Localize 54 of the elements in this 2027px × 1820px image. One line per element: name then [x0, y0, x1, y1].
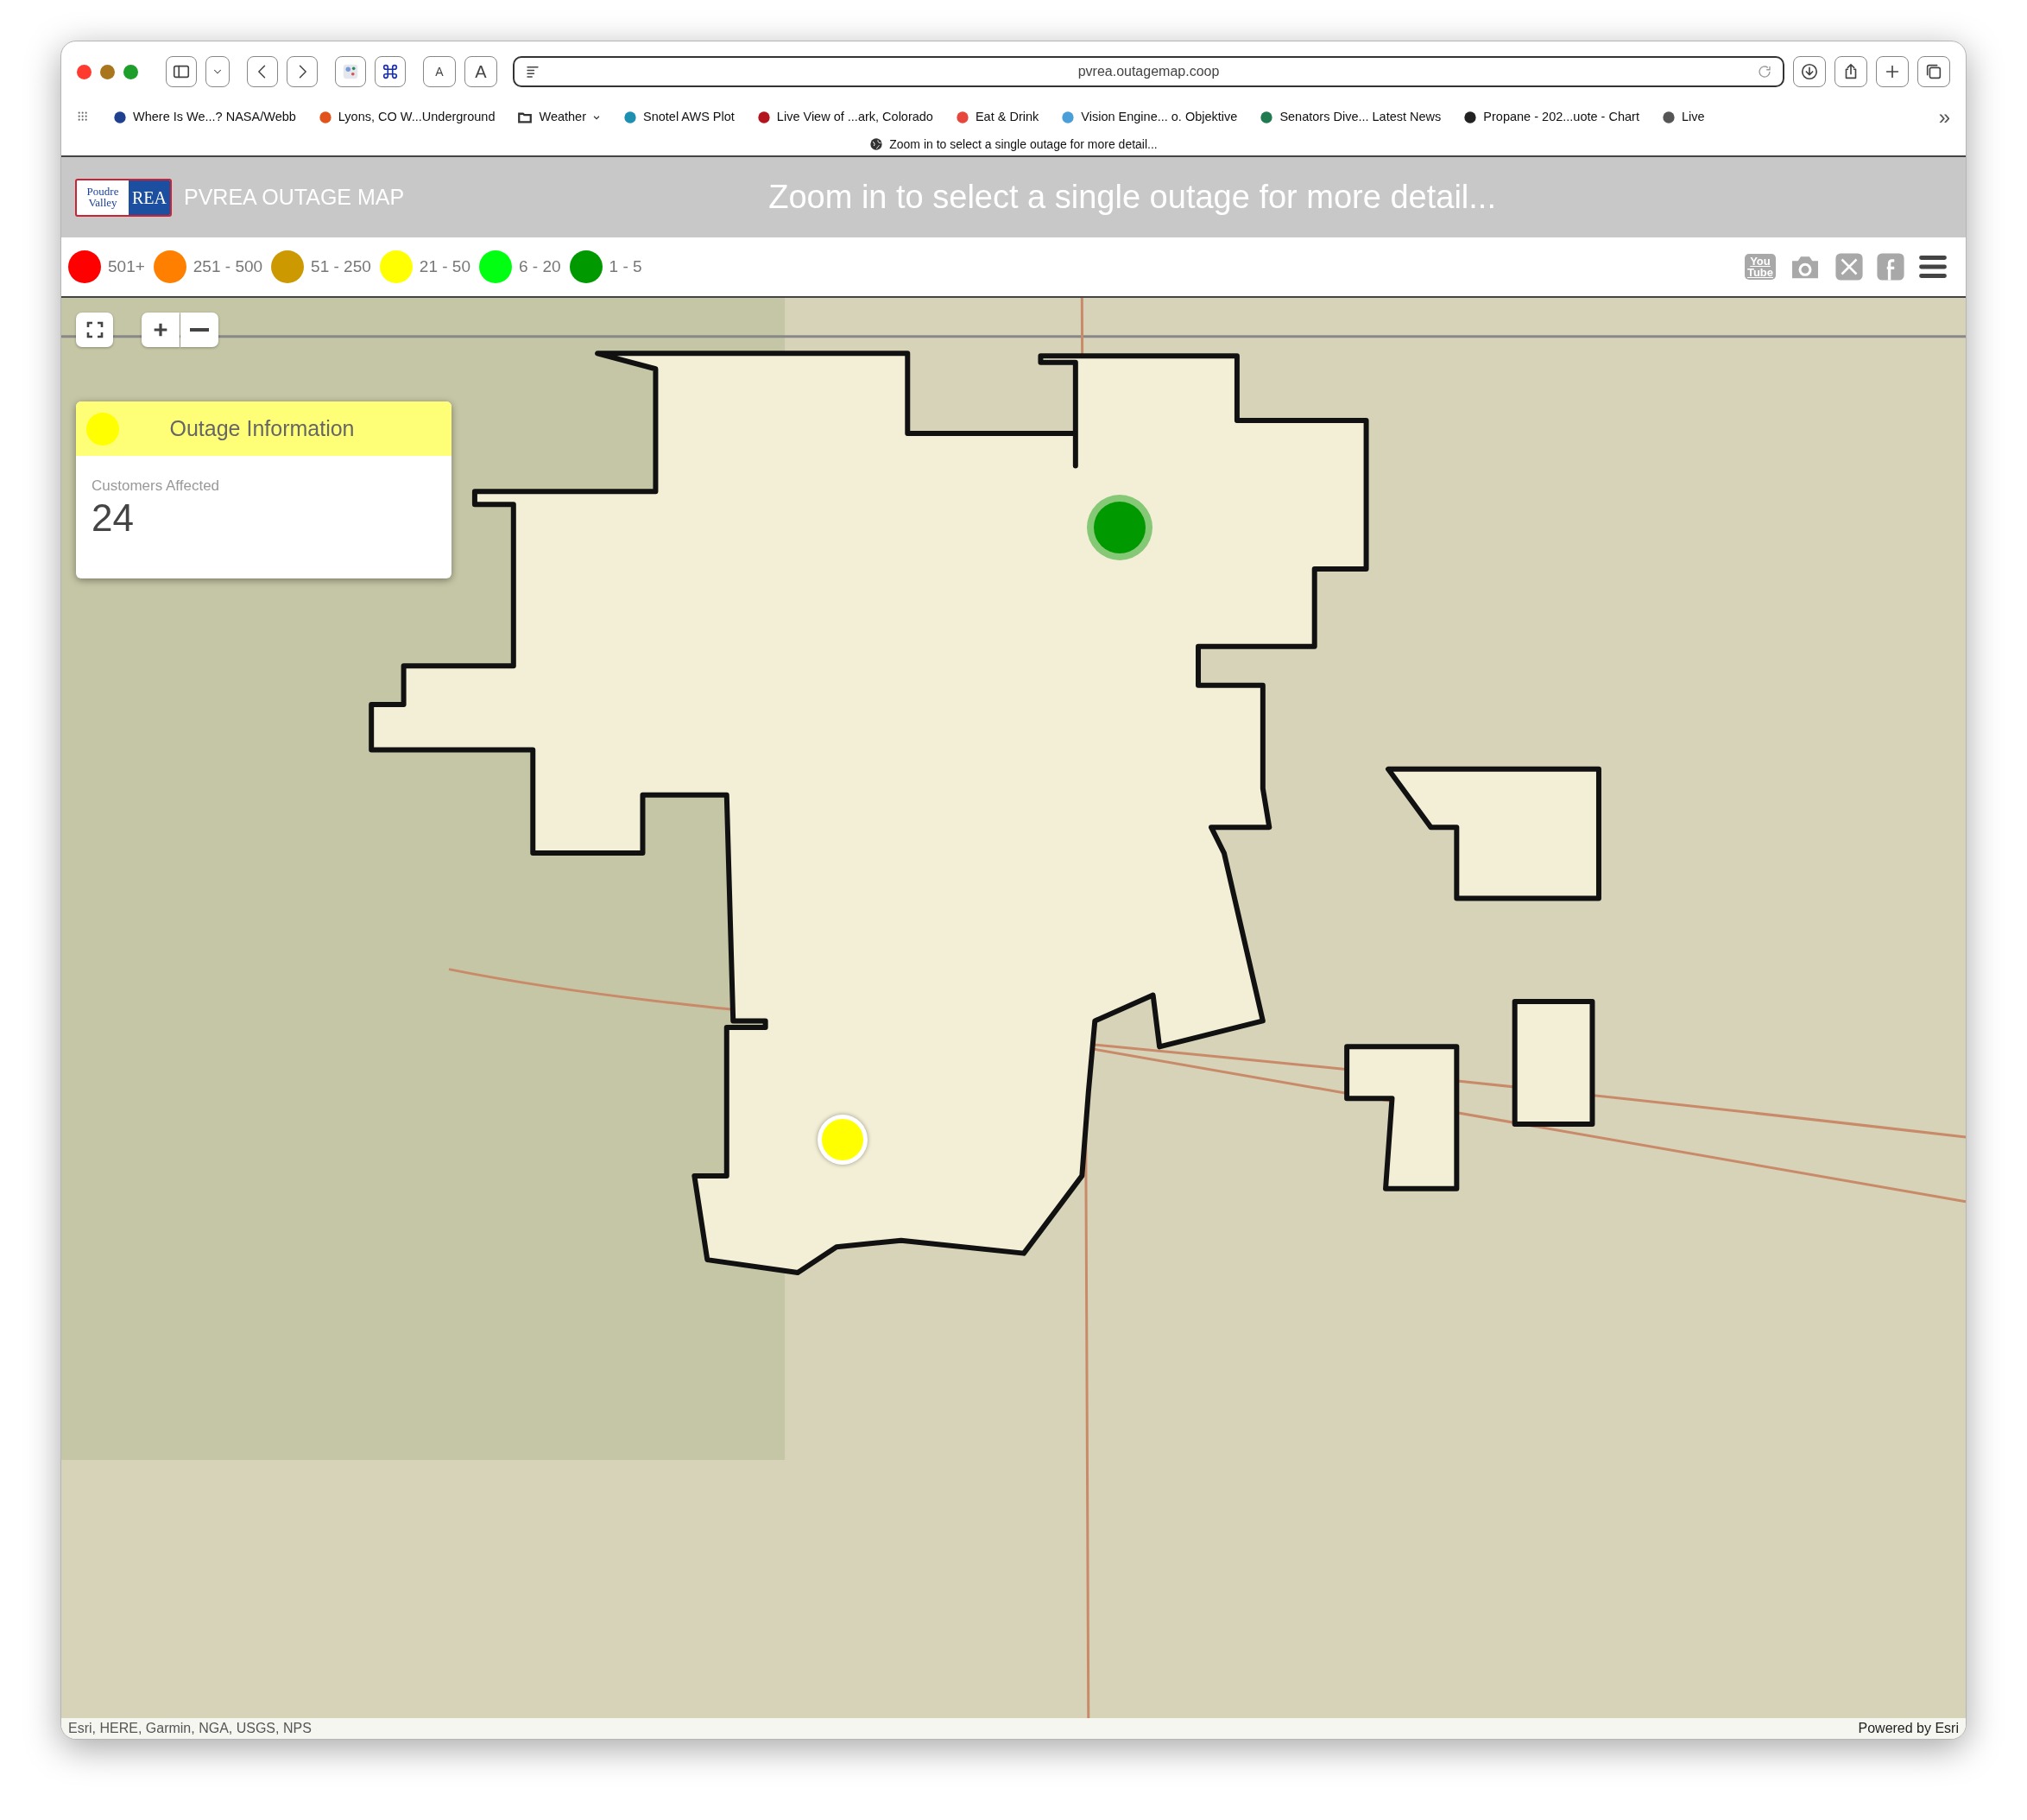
- app-grid-icon: [341, 62, 360, 81]
- legend-label: 6 - 20: [519, 256, 561, 277]
- bookmark-link[interactable]: Eat & Drink: [955, 108, 1039, 127]
- legend-label: 501+: [108, 256, 145, 277]
- tabs-overview-button[interactable]: [1917, 56, 1950, 87]
- facebook-icon[interactable]: [1876, 252, 1905, 281]
- zoom-out-button[interactable]: [180, 313, 218, 347]
- zoom-in-button[interactable]: [142, 313, 180, 347]
- download-icon: [1800, 62, 1819, 81]
- bookmark-link[interactable]: Senators Dive... Latest News: [1260, 108, 1442, 127]
- bookmark-link[interactable]: Vision Engine... o. Objektive: [1061, 108, 1238, 127]
- address-bar[interactable]: pvrea.outagemap.coop: [513, 56, 1784, 87]
- logo[interactable]: Poudre Valley REA: [75, 178, 172, 217]
- bookmark-link[interactable]: Lyons, CO W...Underground: [318, 108, 496, 127]
- map-attribution: Esri, HERE, Garmin, NGA, USGS, NPS: [68, 1720, 312, 1737]
- bookmark-link[interactable]: Where Is We...? NASA/Webb: [113, 108, 296, 127]
- page-icon: [525, 64, 540, 79]
- bookmark-link[interactable]: Propane - 202...uote - Chart: [1463, 108, 1639, 127]
- legend-label: 1 - 5: [609, 256, 642, 277]
- back-button[interactable]: [247, 56, 278, 87]
- window-control-icon[interactable]: [123, 64, 138, 79]
- bookmark-link[interactable]: Snotel AWS Plot: [623, 108, 735, 127]
- field-label: Customers Affected: [92, 477, 221, 496]
- powered-by-link[interactable]: Powered by Esri: [1858, 1718, 1959, 1739]
- panel-title: Outage Information: [168, 414, 356, 442]
- command-key-icon: [381, 62, 400, 81]
- larger-text-button[interactable]: A: [464, 56, 497, 87]
- smaller-text-button[interactable]: A: [423, 56, 456, 87]
- chevron-down-icon: [592, 113, 601, 122]
- window-control-icon[interactable]: [100, 64, 115, 79]
- download-button[interactable]: [1793, 56, 1826, 87]
- extension-button[interactable]: [375, 56, 406, 87]
- more-bookmarks-button[interactable]: »: [1938, 102, 1950, 133]
- x-logo-icon[interactable]: [1834, 252, 1864, 281]
- bookmark-link[interactable]: Live: [1661, 108, 1705, 127]
- legend-label: 51 - 250: [311, 256, 371, 277]
- legend-label: 251 - 500: [193, 256, 263, 277]
- bookmark-link[interactable]: Live View of ...ark, Colorado: [756, 108, 933, 127]
- tabs-overview-icon: [1924, 62, 1943, 81]
- customers-affected-value: 24: [92, 496, 135, 539]
- fullscreen-button[interactable]: [76, 313, 113, 347]
- forward-button[interactable]: [287, 56, 318, 87]
- reload-icon[interactable]: [1757, 64, 1772, 79]
- bookmark-link[interactable]: Weather: [517, 108, 601, 127]
- sidebar-button[interactable]: [166, 56, 197, 87]
- url-text: pvrea.outagemap.coop: [1077, 63, 1221, 80]
- status-text: Zoom in to select a single outage for more detail...: [889, 136, 1158, 153]
- new-tab-button[interactable]: [1876, 56, 1909, 87]
- window-control-icon[interactable]: [77, 64, 92, 79]
- share-button[interactable]: [1834, 56, 1867, 87]
- legend-label: 21 - 50: [419, 256, 470, 277]
- globe-icon: [869, 137, 884, 151]
- dropdown-button[interactable]: [205, 56, 230, 87]
- minus-icon: [190, 328, 209, 332]
